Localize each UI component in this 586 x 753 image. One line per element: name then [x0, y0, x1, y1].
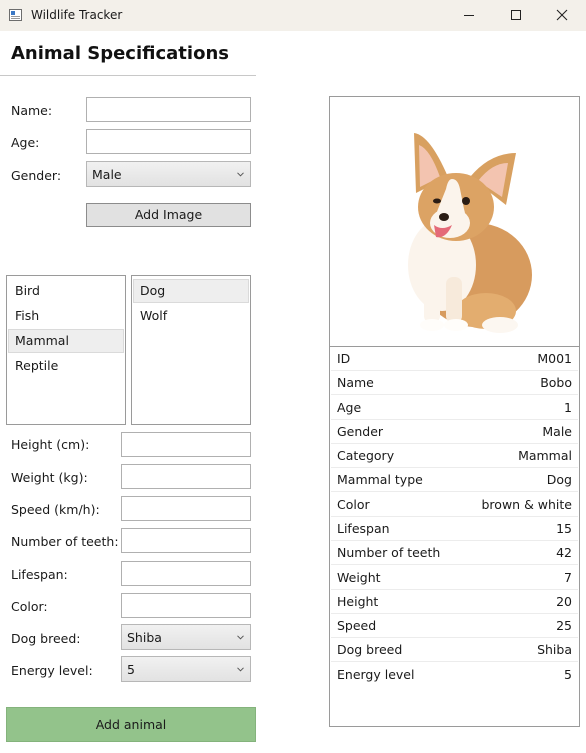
detail-key: Age	[337, 400, 362, 415]
category-item-fish[interactable]: Fish	[8, 304, 124, 328]
animal-image-frame	[329, 96, 580, 347]
breed-select-value: Shiba	[127, 630, 162, 645]
teeth-input[interactable]	[121, 528, 251, 553]
detail-value: 25	[556, 618, 572, 633]
detail-key: Height	[337, 594, 379, 609]
detail-value: Dog	[546, 472, 572, 487]
name-input[interactable]	[86, 97, 251, 122]
subtype-item-wolf[interactable]: Wolf	[133, 304, 249, 328]
detail-value: Mammal	[518, 448, 572, 463]
close-icon	[556, 9, 568, 21]
subtype-item-dog[interactable]: Dog	[133, 279, 249, 303]
detail-key: Lifespan	[337, 521, 390, 536]
category-item-bird[interactable]: Bird	[8, 279, 124, 303]
detail-key: Gender	[337, 424, 384, 439]
detail-key: Category	[337, 448, 395, 463]
age-label: Age:	[11, 135, 40, 150]
color-label: Color:	[11, 599, 48, 614]
detail-row-color[interactable]: Color brown & white	[331, 493, 578, 517]
detail-value: brown & white	[481, 497, 573, 512]
subtype-list[interactable]: Dog Wolf	[131, 275, 251, 425]
detail-value: 20	[556, 594, 572, 609]
gender-label: Gender:	[11, 168, 62, 183]
detail-key: Number of teeth	[337, 545, 441, 560]
detail-key: Weight	[337, 570, 381, 585]
detail-key: Dog breed	[337, 642, 403, 657]
age-input[interactable]	[86, 129, 251, 154]
name-label: Name:	[11, 103, 53, 118]
animal-details-list[interactable]: ID M001 Name Bobo Age 1 Gender Male Cate…	[329, 346, 580, 727]
energy-select[interactable]: 5	[121, 656, 251, 682]
teeth-label: Number of teeth:	[11, 534, 119, 549]
breed-label: Dog breed:	[11, 631, 81, 646]
detail-row-teeth[interactable]: Number of teeth 42	[331, 541, 578, 565]
gender-select-value: Male	[92, 167, 122, 182]
detail-row-age[interactable]: Age 1	[331, 396, 578, 420]
add-image-button[interactable]: Add Image	[86, 203, 251, 227]
window-title: Wildlife Tracker	[31, 8, 123, 22]
add-animal-button[interactable]: Add animal	[6, 707, 256, 742]
gender-select[interactable]: Male	[86, 161, 251, 187]
weight-label: Weight (kg):	[11, 470, 88, 485]
maximize-button[interactable]	[493, 0, 539, 31]
detail-value: 1	[564, 400, 572, 415]
chevron-down-icon	[237, 667, 244, 672]
energy-select-value: 5	[127, 662, 135, 677]
detail-row-gender[interactable]: Gender Male	[331, 420, 578, 444]
minimize-button[interactable]	[446, 0, 492, 31]
detail-row-category[interactable]: Category Mammal	[331, 444, 578, 468]
detail-row-speed[interactable]: Speed 25	[331, 614, 578, 638]
close-button[interactable]	[539, 0, 585, 31]
detail-key: Color	[337, 497, 370, 512]
chevron-down-icon	[237, 635, 244, 640]
height-input[interactable]	[121, 432, 251, 457]
animal-photo	[408, 133, 532, 333]
energy-label: Energy level:	[11, 663, 93, 678]
detail-key: Speed	[337, 618, 377, 633]
detail-value: M001	[537, 351, 572, 366]
detail-row-dog-breed[interactable]: Dog breed Shiba	[331, 638, 578, 662]
category-item-reptile[interactable]: Reptile	[8, 354, 124, 378]
maximize-icon	[511, 10, 521, 20]
detail-value: 42	[556, 545, 572, 560]
detail-value: Male	[542, 424, 572, 439]
detail-row-weight[interactable]: Weight 7	[331, 566, 578, 590]
detail-key: ID	[337, 351, 351, 366]
detail-value: 5	[564, 667, 572, 682]
minimize-icon	[464, 15, 474, 16]
detail-row-lifespan[interactable]: Lifespan 15	[331, 517, 578, 541]
speed-label: Speed (km/h):	[11, 502, 100, 517]
detail-key: Mammal type	[337, 472, 423, 487]
page-title: Animal Specifications	[11, 43, 229, 64]
detail-value: 15	[556, 521, 572, 536]
color-input[interactable]	[121, 593, 251, 618]
heading-divider	[0, 75, 256, 76]
speed-input[interactable]	[121, 496, 251, 521]
title-bar: Wildlife Tracker	[0, 0, 586, 31]
detail-value: Shiba	[537, 642, 572, 657]
category-list[interactable]: Bird Fish Mammal Reptile	[6, 275, 126, 425]
weight-input[interactable]	[121, 464, 251, 489]
detail-value: 7	[564, 570, 572, 585]
lifespan-label: Lifespan:	[11, 567, 68, 582]
detail-row-id[interactable]: ID M001	[331, 347, 578, 371]
detail-row-mammal-type[interactable]: Mammal type Dog	[331, 468, 578, 492]
lifespan-input[interactable]	[121, 561, 251, 586]
detail-key: Name	[337, 375, 374, 390]
app-window-icon	[9, 9, 22, 21]
breed-select[interactable]: Shiba	[121, 624, 251, 650]
detail-key: Energy level	[337, 667, 415, 682]
detail-value: Bobo	[540, 375, 572, 390]
detail-row-height[interactable]: Height 20	[331, 590, 578, 614]
category-item-mammal[interactable]: Mammal	[8, 329, 124, 353]
height-label: Height (cm):	[11, 437, 90, 452]
detail-row-energy-level[interactable]: Energy level 5	[331, 663, 578, 687]
chevron-down-icon	[237, 172, 244, 177]
detail-row-name[interactable]: Name Bobo	[331, 371, 578, 395]
